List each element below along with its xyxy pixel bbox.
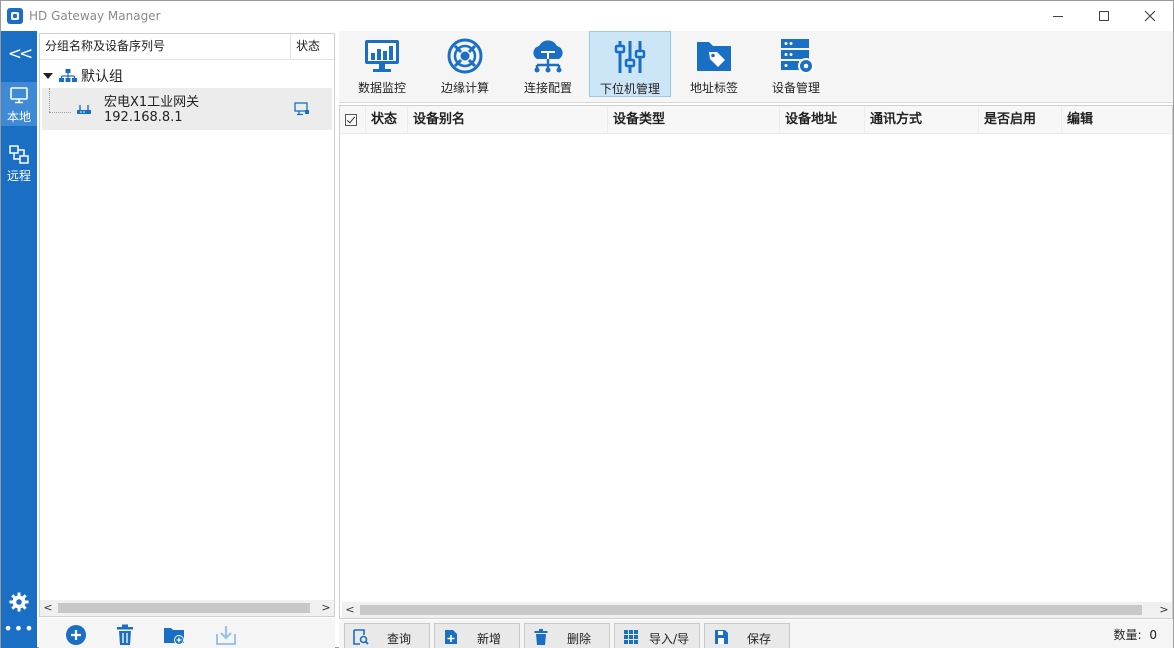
remote-network-icon bbox=[9, 145, 29, 164]
ribbon-connection-config[interactable]: 连接配置 bbox=[507, 31, 589, 97]
add-doc-icon bbox=[445, 630, 457, 644]
monitor-chart-icon bbox=[365, 40, 399, 72]
router-icon bbox=[77, 105, 91, 114]
device-tree-panel: 分组名称及设备序列号 状态 默认组 宏电X1工业网关 192.168.8.1 <… bbox=[39, 33, 335, 617]
org-tree-icon bbox=[59, 69, 77, 82]
action-label: 查询 bbox=[386, 632, 411, 646]
server-gear-icon bbox=[781, 39, 814, 74]
gear-icon[interactable] bbox=[8, 591, 30, 613]
minimize-button[interactable] bbox=[1035, 1, 1081, 31]
grid-col-enabled[interactable]: 是否启用 bbox=[979, 106, 1062, 133]
expand-caret-icon[interactable] bbox=[43, 73, 53, 79]
rail-item-local[interactable]: 本地 bbox=[1, 82, 37, 126]
count-value: 0 bbox=[1149, 628, 1157, 642]
ribbon-label: 地址标签 bbox=[689, 81, 738, 95]
rail-item-label: 本地 bbox=[6, 110, 31, 124]
tree-header: 分组名称及设备序列号 状态 bbox=[40, 34, 334, 60]
monitor-status-icon bbox=[294, 102, 309, 116]
record-count: 数量: 0 bbox=[1113, 626, 1157, 643]
ribbon-device-manage[interactable]: 设备管理 bbox=[755, 31, 837, 97]
maximize-button[interactable] bbox=[1081, 1, 1127, 31]
add-button[interactable]: 新增 bbox=[434, 623, 520, 648]
side-rail: << 本地 远程 ••• bbox=[1, 31, 37, 648]
main-content: 数据监控 边缘计算 连接配置 下位机管理 地址标签 设备管理 状态 设备别名 设… bbox=[339, 31, 1173, 648]
count-label: 数量: bbox=[1113, 628, 1142, 642]
search-doc-icon bbox=[353, 629, 369, 645]
edge-compute-icon bbox=[447, 38, 483, 74]
action-label: 导入/导出 bbox=[648, 632, 690, 646]
select-all-checkbox[interactable] bbox=[340, 106, 366, 133]
tree-device-item[interactable]: 宏电X1工业网关 192.168.8.1 bbox=[42, 88, 332, 130]
import-download-icon[interactable] bbox=[215, 624, 237, 646]
slave-device-grid: 状态 设备别名 设备类型 设备地址 通讯方式 是否启用 编辑 < > bbox=[339, 105, 1173, 619]
scroll-right-icon[interactable]: > bbox=[1156, 602, 1172, 618]
tree-connector bbox=[49, 88, 50, 112]
grid-horizontal-scrollbar[interactable]: < > bbox=[342, 602, 1172, 618]
rail-item-label: 远程 bbox=[6, 169, 31, 183]
grid-col-address[interactable]: 设备地址 bbox=[780, 106, 865, 133]
add-folder-icon[interactable] bbox=[163, 624, 185, 646]
grid-col-status[interactable]: 状态 bbox=[366, 106, 408, 133]
grid-col-type[interactable]: 设备类型 bbox=[608, 106, 780, 133]
ribbon-label: 下位机管理 bbox=[599, 82, 660, 96]
rail-item-remote[interactable]: 远程 bbox=[1, 141, 37, 185]
add-circle-icon[interactable] bbox=[65, 624, 87, 646]
tree-toolbar bbox=[39, 618, 335, 648]
ribbon-label: 数据监控 bbox=[357, 81, 406, 95]
sliders-icon bbox=[614, 41, 646, 73]
minimize-icon bbox=[1053, 15, 1063, 17]
grid-icon bbox=[624, 630, 638, 644]
device-name: 宏电X1工业网关 bbox=[104, 95, 200, 110]
app-window: HD Gateway Manager << 本地 远程 ••• 分组名称及设备序… bbox=[0, 0, 1174, 648]
ribbon-address-tag[interactable]: 地址标签 bbox=[673, 31, 755, 97]
checkbox-icon[interactable] bbox=[345, 113, 357, 126]
title-bar: HD Gateway Manager bbox=[1, 1, 1173, 31]
action-label: 删除 bbox=[566, 632, 591, 646]
tree-col-name[interactable]: 分组名称及设备序列号 bbox=[40, 34, 290, 59]
collapse-rail-button[interactable]: << bbox=[1, 41, 37, 67]
folder-tag-icon bbox=[697, 42, 731, 71]
more-button[interactable]: ••• bbox=[1, 621, 37, 637]
window-title: HD Gateway Manager bbox=[29, 9, 161, 23]
import-export-button[interactable]: 导入/导出 bbox=[614, 623, 700, 648]
ribbon-label: 设备管理 bbox=[771, 81, 820, 95]
tree-horizontal-scrollbar[interactable]: < > bbox=[40, 600, 334, 616]
trash-icon bbox=[534, 629, 548, 645]
scroll-thumb[interactable] bbox=[58, 603, 310, 613]
device-ip: 192.168.8.1 bbox=[104, 110, 183, 125]
query-button[interactable]: 查询 bbox=[344, 623, 430, 648]
delete-button[interactable]: 删除 bbox=[524, 623, 610, 648]
tree-group-default[interactable]: 默认组 bbox=[40, 64, 334, 88]
maximize-icon bbox=[1099, 11, 1109, 21]
ribbon-toolbar: 数据监控 边缘计算 连接配置 下位机管理 地址标签 设备管理 bbox=[339, 31, 1173, 103]
ribbon-data-monitor[interactable]: 数据监控 bbox=[341, 31, 423, 97]
grid-col-comm-mode[interactable]: 通讯方式 bbox=[865, 106, 979, 133]
scroll-left-icon[interactable]: < bbox=[342, 602, 358, 618]
ribbon-slave-manage[interactable]: 下位机管理 bbox=[589, 31, 671, 97]
trash-icon[interactable] bbox=[114, 624, 136, 646]
cloud-connect-icon bbox=[533, 40, 563, 73]
action-label: 保存 bbox=[746, 632, 771, 646]
app-logo-icon bbox=[7, 8, 23, 24]
action-bar: 查询 新增 删除 导入/导 保存 数量: 0 bbox=[339, 620, 1173, 648]
ribbon-edge-compute[interactable]: 边缘计算 bbox=[424, 31, 506, 97]
ribbon-label: 边缘计算 bbox=[440, 81, 489, 95]
grid-col-edit[interactable]: 编辑 bbox=[1062, 106, 1172, 133]
close-button[interactable] bbox=[1127, 1, 1173, 31]
scroll-right-icon[interactable]: > bbox=[318, 600, 334, 616]
close-icon bbox=[1144, 10, 1156, 22]
scroll-thumb[interactable] bbox=[360, 605, 1142, 615]
grid-header-row: 状态 设备别名 设备类型 设备地址 通讯方式 是否启用 编辑 bbox=[340, 106, 1172, 134]
group-label: 默认组 bbox=[81, 69, 123, 85]
save-icon bbox=[715, 630, 728, 644]
tree-col-status[interactable]: 状态 bbox=[290, 34, 334, 59]
tree-connector bbox=[49, 112, 71, 113]
monitor-icon bbox=[10, 87, 28, 104]
scroll-left-icon[interactable]: < bbox=[40, 600, 56, 616]
grid-col-alias[interactable]: 设备别名 bbox=[408, 106, 608, 133]
save-button[interactable]: 保存 bbox=[704, 623, 790, 648]
ribbon-label: 连接配置 bbox=[523, 81, 572, 95]
action-label: 新增 bbox=[476, 632, 501, 646]
